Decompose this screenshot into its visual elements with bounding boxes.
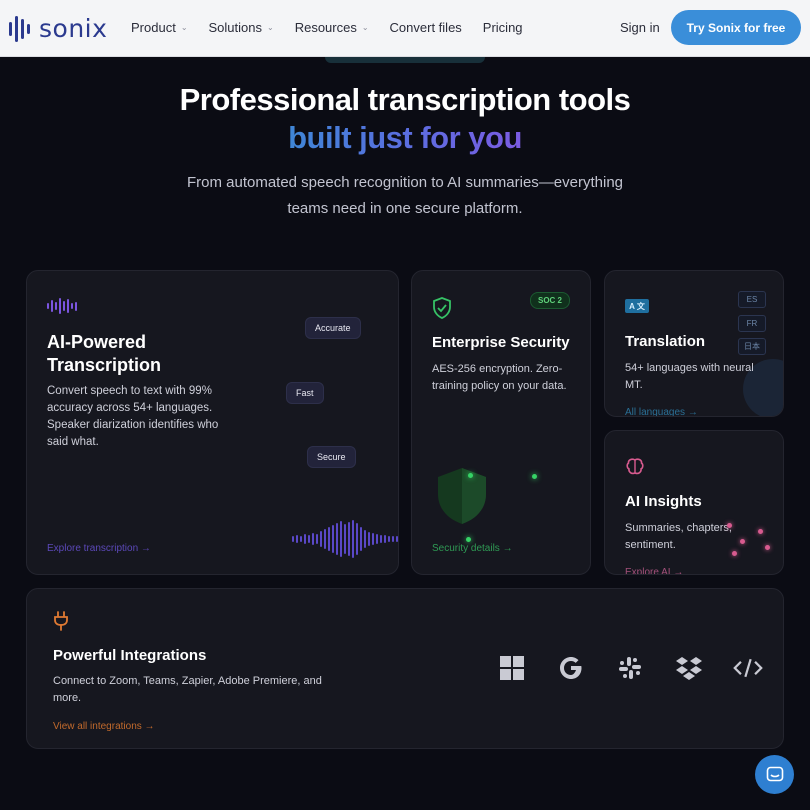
hero-title: Professional transcription tools xyxy=(179,82,631,117)
shield-decoration-icon xyxy=(438,468,486,524)
pink-dot xyxy=(732,551,737,556)
nav-link-convert-files[interactable]: Convert files xyxy=(390,20,462,35)
hero-subtitle-text: built just for you xyxy=(288,120,522,155)
waveform-icon xyxy=(47,298,77,314)
hero-glow xyxy=(325,57,485,63)
integrations-card[interactable]: Powerful Integrations Connect to Zoom, T… xyxy=(26,588,784,749)
logo-text: sonix xyxy=(39,14,108,43)
nav-links: Product ⌄ Solutions ⌄ Resources ⌄ Conver… xyxy=(131,20,544,35)
shield-check-icon xyxy=(433,297,451,319)
soc2-badge: SOC 2 xyxy=(530,292,571,309)
nav-link-solutions[interactable]: Solutions ⌄ xyxy=(209,20,274,35)
translate-icon: A 文 xyxy=(625,299,649,313)
pink-dot xyxy=(727,523,732,528)
card-title: Enterprise Security xyxy=(432,334,570,351)
green-dot xyxy=(532,474,537,479)
enterprise-security-card[interactable]: SOC 2 Enterprise Security AES-256 encryp… xyxy=(411,270,591,575)
code-icon xyxy=(733,653,763,683)
explore-transcription-link[interactable]: Explore transcription → xyxy=(47,543,151,554)
try-free-button[interactable]: Try Sonix for free xyxy=(671,10,801,45)
slack-icon xyxy=(615,653,645,683)
windows-icon xyxy=(497,653,527,683)
nav-link-resources[interactable]: Resources ⌄ xyxy=(295,20,369,35)
pink-dot xyxy=(765,545,770,550)
integration-logos xyxy=(497,653,763,683)
dropbox-icon xyxy=(674,653,704,683)
pink-dot xyxy=(740,539,745,544)
hero-subtitle: built just for you xyxy=(0,120,810,156)
card-description: AES-256 encryption. Zero-training policy… xyxy=(432,363,567,392)
chevron-down-icon: ⌄ xyxy=(267,23,274,32)
top-nav: sonix Product ⌄ Solutions ⌄ Resources ⌄ … xyxy=(0,0,810,57)
translation-card[interactable]: A 文 ES FR 日本 Translation 54+ languages w… xyxy=(604,270,784,417)
nav-link-pricing[interactable]: Pricing xyxy=(483,20,523,35)
chat-button[interactable] xyxy=(755,755,794,794)
logo-bars-icon xyxy=(9,15,30,43)
google-icon xyxy=(556,653,586,683)
plug-icon xyxy=(54,611,68,631)
lang-badge-ja: 日本 xyxy=(738,338,766,355)
chip-fast: Fast xyxy=(286,382,324,404)
chevron-down-icon: ⌄ xyxy=(180,23,188,32)
card-title: Translation xyxy=(625,333,706,350)
chevron-down-icon: ⌄ xyxy=(361,23,369,32)
lang-badge-es: ES xyxy=(738,291,766,308)
nav-link-label: Solutions xyxy=(208,20,262,35)
card-title: AI Insights xyxy=(625,493,702,510)
brain-icon xyxy=(626,458,644,475)
explore-ai-link[interactable]: Explore AI → xyxy=(625,567,683,574)
card-title: AI-Powered Transcription xyxy=(47,332,162,375)
ai-transcription-card[interactable]: AI-Powered Transcription Convert speech … xyxy=(26,270,399,575)
view-all-integrations-link[interactable]: View all integrations → xyxy=(53,721,155,732)
card-description: Convert speech to text with 99% accuracy… xyxy=(47,385,219,448)
nav-link-label: Convert files xyxy=(389,20,462,35)
card-title: Powerful Integrations xyxy=(53,647,207,664)
nav-link-product[interactable]: Product ⌄ xyxy=(131,20,188,35)
hero-description: From automated speech recognition to AI … xyxy=(186,174,624,217)
green-dot xyxy=(468,473,473,478)
card-description: Connect to Zoom, Teams, Zapier, Adobe Pr… xyxy=(53,675,322,704)
nav-link-label: Resources xyxy=(294,20,357,35)
chip-accurate: Accurate xyxy=(305,317,361,339)
nav-link-label: Product xyxy=(131,20,176,35)
green-dot xyxy=(466,537,471,542)
chip-secure: Secure xyxy=(307,446,356,468)
all-languages-link[interactable]: All languages → xyxy=(625,407,698,416)
sign-in-link[interactable]: Sign in xyxy=(620,20,660,35)
pink-dot xyxy=(758,529,763,534)
waveform-decoration xyxy=(292,519,398,559)
nav-link-label: Pricing xyxy=(482,20,523,35)
sonix-logo[interactable]: sonix xyxy=(9,14,107,43)
lang-badge-fr: FR xyxy=(738,315,766,332)
chat-icon xyxy=(766,766,783,781)
ai-insights-card[interactable]: AI Insights Summaries, chapters, sentime… xyxy=(604,430,784,575)
card-description: 54+ languages with neural MT. xyxy=(625,362,754,391)
security-details-link[interactable]: Security details → xyxy=(432,543,513,554)
